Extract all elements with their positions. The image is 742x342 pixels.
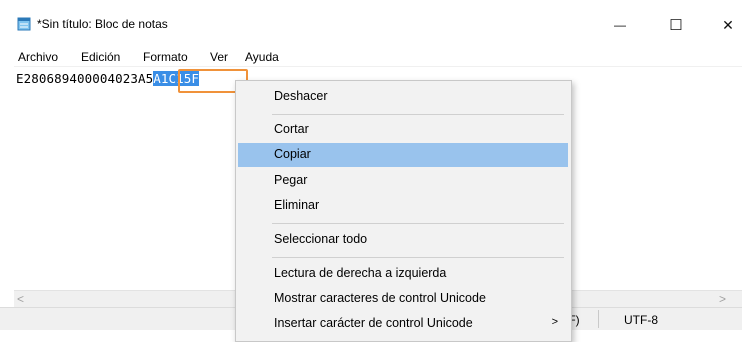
maximize-icon: ☐: [669, 17, 683, 34]
submenu-arrow-icon: >: [551, 316, 558, 328]
minimize-icon: —: [614, 18, 626, 32]
menu-separator: [272, 114, 564, 115]
context-menu: Deshacer Cortar Copiar Pegar Eliminar Se…: [235, 80, 572, 342]
menu-item-label: Lectura de derecha a izquierda: [274, 266, 447, 280]
menu-item-label: Deshacer: [274, 89, 328, 103]
window-title: *Sin título: Bloc de notas: [37, 17, 168, 31]
scroll-right-arrow-icon[interactable]: >: [719, 292, 726, 306]
menu-separator: [272, 257, 564, 258]
menu-bar: Archivo Edición Formato Ver Ayuda: [0, 46, 742, 66]
menu-edicion[interactable]: Edición: [81, 50, 120, 64]
text-line: E280689400004023A5A1C15F: [16, 71, 200, 86]
menu-item-insert-unicode-control[interactable]: Insertar carácter de control Unicode >: [238, 312, 568, 336]
menu-item-cortar[interactable]: Cortar: [238, 118, 568, 142]
scroll-left-arrow-icon[interactable]: <: [17, 292, 24, 306]
menu-item-label: Mostrar caracteres de control Unicode: [274, 291, 486, 305]
notepad-app-icon: [17, 17, 31, 31]
minimize-button[interactable]: —: [597, 10, 643, 40]
close-icon: ✕: [722, 16, 734, 33]
menu-item-label: Cortar: [274, 122, 309, 136]
menu-formato[interactable]: Formato: [143, 50, 188, 64]
menu-item-label: Seleccionar todo: [274, 232, 368, 246]
status-divider: [598, 310, 599, 328]
menu-item-rtl-reading[interactable]: Lectura de derecha a izquierda: [238, 262, 568, 286]
menu-item-label: Pegar: [274, 173, 308, 187]
menu-item-pegar[interactable]: Pegar: [238, 169, 568, 193]
close-button[interactable]: ✕: [705, 10, 742, 40]
menu-item-deshacer[interactable]: Deshacer: [238, 85, 568, 109]
menu-item-copiar[interactable]: Copiar: [238, 143, 568, 167]
menu-item-show-unicode-control[interactable]: Mostrar caracteres de control Unicode: [238, 287, 568, 311]
title-bar: *Sin título: Bloc de notas — ☐ ✕: [0, 0, 742, 40]
menu-archivo[interactable]: Archivo: [18, 50, 58, 64]
status-encoding: UTF-8: [624, 313, 658, 327]
menu-item-eliminar[interactable]: Eliminar: [238, 194, 568, 218]
menu-item-label: Copiar: [274, 147, 311, 161]
menu-item-label: Insertar carácter de control Unicode: [274, 316, 473, 330]
menu-ayuda[interactable]: Ayuda: [245, 50, 279, 64]
menu-ver[interactable]: Ver: [210, 50, 228, 64]
maximize-button[interactable]: ☐: [653, 10, 699, 40]
menu-separator: [272, 223, 564, 224]
menu-item-label: Eliminar: [274, 198, 320, 212]
menu-item-seleccionar-todo[interactable]: Seleccionar todo: [238, 228, 568, 252]
text-unselected: E280689400004023A5: [16, 71, 154, 86]
